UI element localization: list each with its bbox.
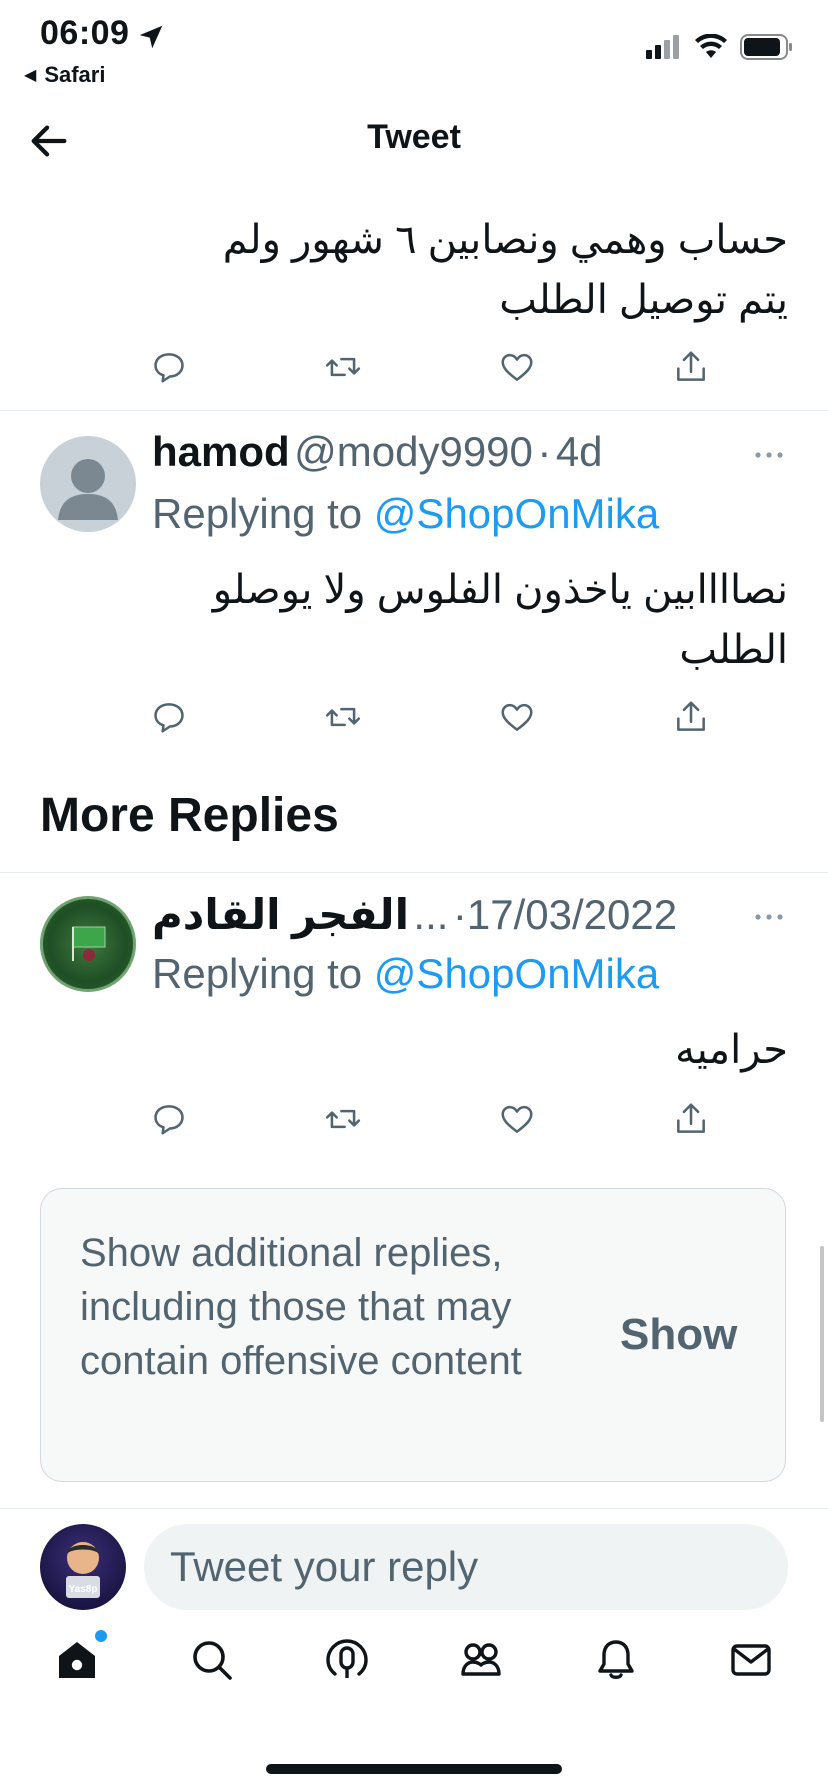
cellular-signal-icon — [646, 35, 679, 59]
status-icons — [646, 34, 794, 60]
flag-emblem-icon — [72, 926, 106, 961]
tweet-text: نصاااابين ياخذون الفلوس ولا يوصلو الطلب — [68, 560, 788, 680]
tweet-text-line: نصاااابين ياخذون الفلوس ولا يوصلو — [212, 568, 788, 612]
memoji-avatar-icon: Yas8p — [66, 1542, 100, 1598]
tweet-actions — [150, 348, 710, 386]
divider — [0, 410, 828, 411]
avatar[interactable] — [40, 896, 136, 992]
tweet-actions — [150, 1100, 710, 1138]
avatar-label: Yas8p — [69, 1584, 98, 1595]
retweet-icon[interactable] — [324, 1100, 362, 1138]
home-icon — [59, 1642, 96, 1678]
share-icon[interactable] — [672, 1100, 710, 1138]
show-button[interactable]: Show — [620, 1310, 737, 1360]
bottom-tab-bar — [0, 1630, 828, 1684]
replying-to: Replying to @ShopOnMika — [152, 490, 659, 538]
tweet-header: hamod @mody9990 · 4d — [152, 428, 603, 476]
additional-replies-text: Show additional replies, including those… — [80, 1231, 522, 1383]
name-truncation: ... — [413, 891, 449, 938]
tweet-header: الفجر القادم ... ·17/03/2022 — [152, 890, 677, 939]
notifications-icon — [598, 1640, 634, 1679]
share-icon[interactable] — [672, 698, 710, 736]
location-arrow-icon — [139, 25, 163, 49]
tab-search[interactable] — [188, 1636, 236, 1684]
like-icon[interactable] — [498, 1100, 536, 1138]
like-icon[interactable] — [498, 348, 536, 386]
divider — [0, 872, 828, 873]
back-triangle-icon: ◀ — [24, 67, 37, 84]
user-handle[interactable]: @mody9990 — [294, 428, 533, 475]
scrollbar[interactable] — [820, 1246, 824, 1422]
wifi-icon — [695, 34, 727, 58]
tab-communities[interactable] — [457, 1636, 505, 1684]
tab-notifications[interactable] — [592, 1636, 640, 1684]
replying-to-label: Replying to — [152, 950, 363, 997]
retweet-icon[interactable] — [324, 348, 362, 386]
default-profile-icon — [58, 459, 118, 520]
page-title: Tweet — [367, 118, 461, 156]
tweet-text-line: الطلب — [679, 628, 788, 672]
display-name[interactable]: hamod — [152, 428, 290, 475]
replying-to-handle[interactable]: @ShopOnMika — [374, 950, 659, 997]
tab-messages[interactable] — [727, 1636, 775, 1684]
tweet-text-line: حساب وهمي ونصابين ٦ شهور ولم — [222, 218, 788, 262]
search-icon — [193, 1641, 232, 1680]
my-avatar[interactable]: Yas8p — [40, 1524, 126, 1610]
like-icon[interactable] — [498, 698, 536, 736]
retweet-icon[interactable] — [324, 698, 362, 736]
tweet-actions — [150, 698, 710, 736]
reply-icon[interactable] — [150, 1100, 188, 1138]
tweet-text: حساب وهمي ونصابين ٦ شهور ولم يتم توصيل ا… — [68, 210, 788, 330]
battery-icon — [740, 34, 792, 60]
back-app-label: Safari — [44, 62, 106, 87]
reply-input[interactable] — [144, 1524, 788, 1610]
communities-icon — [461, 1643, 501, 1676]
reply-icon[interactable] — [150, 698, 188, 736]
reply-icon[interactable] — [150, 348, 188, 386]
more-options-icon[interactable] — [754, 912, 784, 922]
more-replies-heading: More Replies — [40, 789, 339, 842]
status-time: 06:09 — [40, 14, 130, 52]
messages-icon — [730, 1644, 771, 1676]
separator-dot: · — [452, 891, 467, 938]
divider — [0, 1508, 828, 1509]
tweet-text: حراميه — [675, 1028, 788, 1072]
replying-to-label: Replying to — [152, 490, 363, 537]
more-options-icon[interactable] — [754, 450, 784, 460]
tab-home[interactable] — [53, 1630, 108, 1684]
tweet-date[interactable]: 17/03/2022 — [467, 891, 677, 938]
notification-dot — [95, 1630, 108, 1642]
avatar[interactable] — [40, 436, 136, 532]
tab-spaces[interactable] — [323, 1636, 371, 1684]
tweet-time[interactable]: 4d — [556, 428, 603, 475]
spaces-icon — [325, 1639, 368, 1678]
tweet-text-line: يتم توصيل الطلب — [499, 278, 788, 322]
back-to-app-link[interactable]: ◀ Safari — [24, 62, 105, 88]
home-indicator[interactable] — [266, 1764, 562, 1774]
display-name[interactable]: الفجر القادم — [152, 891, 409, 938]
replying-to-handle[interactable]: @ShopOnMika — [374, 490, 659, 537]
replying-to: Replying to @ShopOnMika — [152, 950, 659, 998]
share-icon[interactable] — [672, 348, 710, 386]
separator-dot: · — [537, 428, 552, 475]
